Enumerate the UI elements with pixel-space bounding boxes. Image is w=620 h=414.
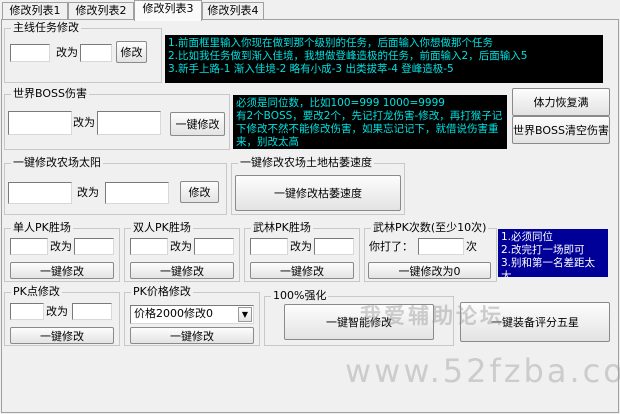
main-quest-note-1: 1.前面框里输入你现在做到那个级别的任务，后面输入你想做那个任务 [168, 37, 494, 49]
pk-points-change-label: 改为 [46, 305, 68, 318]
pk-count-suffix: 次 [466, 240, 477, 253]
main-quest-note-2: 2.比如我任务做到渐入佳境，我想做登峰造极的任务，前面输入2，后面输入5 [168, 50, 528, 62]
enhance-title: 100%强化 [271, 289, 329, 303]
farm-sun-title: 一键修改农场太阳 [11, 156, 103, 170]
pk-count-note-3: 3.别和第一名差距太大 [501, 257, 596, 277]
pk-single-title: 单人PK胜场 [11, 221, 73, 235]
tab-list-2[interactable]: 修改列表2 [68, 2, 134, 20]
boss-damage-target-input[interactable] [97, 111, 161, 135]
pk-wulin-modify-button[interactable]: 一键修改 [250, 262, 354, 279]
pk-single-current-input[interactable] [10, 238, 48, 255]
pk-price-select-value: 价格2000修改0 [134, 307, 213, 320]
pk-double-title: 双人PK胜场 [131, 221, 193, 235]
main-quest-current-input[interactable] [10, 44, 50, 62]
stamina-restore-button[interactable]: 体力恢复满 [512, 88, 610, 116]
pk-double-change-label: 改为 [170, 240, 192, 253]
pk-price-title: PK价格修改 [131, 285, 193, 299]
boss-damage-note-2: 有2个BOSS，要改2个，先记打龙伤害-修改，再打猴子记下修改不然不能修改伤害，… [236, 110, 503, 148]
pk-wulin-target-input[interactable] [314, 238, 354, 255]
farm-sun-change-label: 改为 [77, 186, 99, 199]
pk-count-prefix: 你打了： [369, 240, 413, 253]
boss-damage-notes: 必须是同位数，比如100=999 1000=9999 有2个BOSS，要改2个，… [233, 95, 507, 149]
pk-points-target-input[interactable] [72, 303, 112, 320]
pk-wulin-change-label: 改为 [290, 240, 312, 253]
main-quest-title: 主线任务修改 [11, 21, 81, 35]
pk-count-notes: 1.必须同位 2.改完打一场即可 3.别和第一名差距太大 [498, 229, 608, 277]
pk-count-note-1: 1.必须同位 [501, 231, 554, 243]
watermark-url: www.52fzba.com [345, 352, 620, 390]
pk-points-current-input[interactable] [10, 303, 44, 320]
boss-damage-modify-button[interactable]: 一键修改 [170, 112, 225, 136]
farm-sun-target-input[interactable] [105, 182, 169, 204]
pk-single-target-input[interactable] [74, 238, 114, 255]
tab-list-3[interactable]: 修改列表3 [134, 0, 202, 21]
pk-count-note-2: 2.改完打一场即可 [501, 244, 585, 256]
pk-double-modify-button[interactable]: 一键修改 [130, 262, 234, 279]
main-quest-modify-button[interactable]: 修改 [116, 41, 147, 63]
boss-damage-change-label: 改为 [73, 116, 95, 129]
pk-wulin-title: 武林PK胜场 [251, 221, 313, 235]
pk-double-current-input[interactable] [130, 238, 168, 255]
pk-wulin-current-input[interactable] [250, 238, 288, 255]
pk-single-modify-button[interactable]: 一键修改 [10, 262, 114, 279]
boss-damage-title: 世界BOSS伤害 [11, 87, 89, 101]
pk-price-select[interactable]: 价格2000修改0 ▼ [130, 305, 254, 324]
pk-points-modify-button[interactable]: 一键修改 [10, 327, 114, 344]
pk-points-title: PK点修改 [11, 285, 62, 299]
main-quest-target-input[interactable] [80, 44, 112, 62]
tab-list-1[interactable]: 修改列表1 [2, 2, 68, 20]
boss-clear-damage-button[interactable]: 世界BOSS清空伤害 [512, 116, 610, 144]
boss-damage-current-input[interactable] [8, 111, 72, 135]
main-quest-notes: 1.前面框里输入你现在做到那个级别的任务，后面输入你想做那个任务 2.比如我任务… [165, 35, 603, 83]
farm-wither-title: 一键修改农场土地枯萎速度 [238, 156, 374, 170]
pk-count-reset-button[interactable]: 一键修改为0 [368, 262, 491, 279]
chevron-down-icon[interactable]: ▼ [238, 307, 252, 322]
pk-double-target-input[interactable] [194, 238, 234, 255]
watermark-forum-name: 我爱辅助论坛 [360, 303, 504, 328]
farm-sun-modify-button[interactable]: 修改 [180, 181, 219, 203]
pk-count-title: 武林PK次数(至少10次) [371, 221, 489, 235]
farm-wither-modify-button[interactable]: 一键修改枯萎速度 [235, 175, 401, 211]
farm-sun-current-input[interactable] [8, 182, 72, 204]
boss-damage-note-1: 必须是同位数，比如100=999 1000=9999 [236, 97, 445, 109]
pk-count-input[interactable] [418, 238, 464, 255]
main-quest-note-3: 3.新手上路-1 渐入佳境-2 略有小成-3 出类拔萃-4 登峰造极-5 [168, 63, 454, 75]
tab-bar: 修改列表1 修改列表2 修改列表3 修改列表4 [0, 0, 620, 21]
pk-single-change-label: 改为 [50, 240, 72, 253]
main-quest-change-label: 改为 [56, 46, 78, 59]
pk-price-modify-button[interactable]: 一键修改 [130, 327, 254, 344]
tab-list-4[interactable]: 修改列表4 [202, 2, 264, 20]
